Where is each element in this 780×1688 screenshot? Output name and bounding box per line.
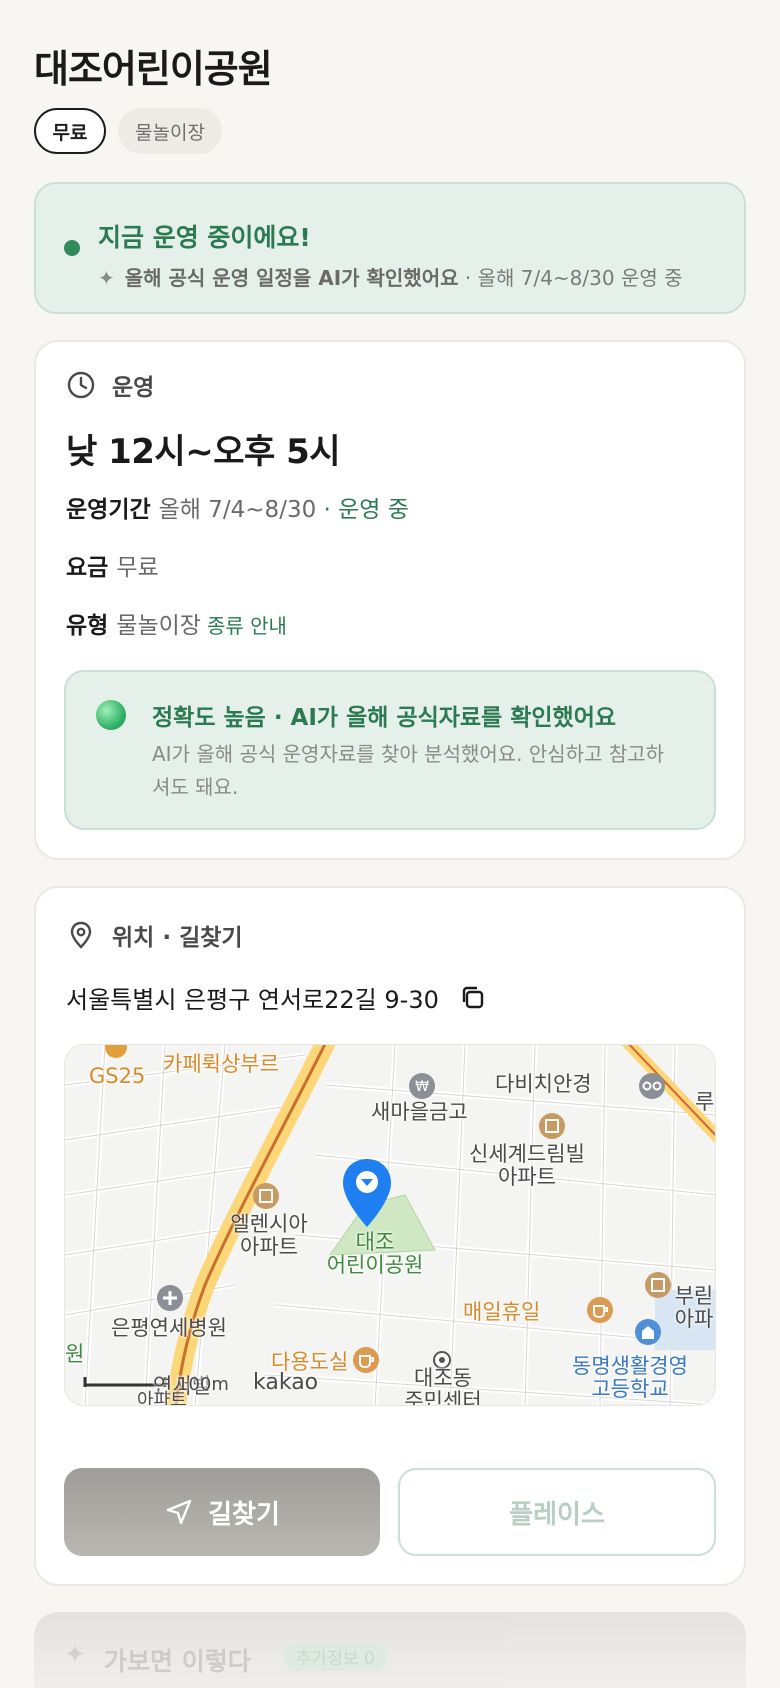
address-row: 서울특별시 은평구 연서로22길 9-30 <box>66 980 487 1015</box>
map-label-shinsegae: 신세계드림빌 아파트 <box>459 1142 595 1190</box>
directions-button[interactable]: 길찾기 <box>64 1468 380 1556</box>
address-text: 서울특별시 은평구 연서로22길 9-30 <box>66 986 439 1014</box>
map-label-park-line2: 어린이공원 <box>326 1253 424 1278</box>
period-value: 올해 7/4~8/30 <box>158 497 317 523</box>
map-label-shinsegae-line2: 아파트 <box>498 1165 556 1190</box>
map-view[interactable]: ₩ GS25 카페뤽상부르 새마을금고 다비치안경 루 신세계드림빌 아파트 엘… <box>64 1044 716 1406</box>
type-label: 유형 <box>66 613 109 639</box>
location-header: 위치 · 길찾기 <box>66 918 243 952</box>
cafe-icon <box>353 1347 379 1373</box>
map-label-right-edge-line2: 아파 <box>674 1307 714 1332</box>
accuracy-headline: 정확도 높음 · AI가 올해 공식자료를 확인했어요 <box>152 705 617 731</box>
status-subtext: ✦ 올해 공식 운영 일정을 AI가 확인했어요 · 올해 7/4~8/30 운영… <box>98 262 683 291</box>
place-detail-page: 대조어린이공원 무료 물놀이장 지금 운영 중이에요! ✦ 올해 공식 운영 일정… <box>0 0 780 1688</box>
map-label-shinsegae-line1: 신세계드림빌 <box>469 1142 585 1166</box>
apartment-icon <box>253 1183 279 1209</box>
accuracy-box: 정확도 높음 · AI가 올해 공식자료를 확인했어요 AI가 올해 공식 운영… <box>64 670 716 830</box>
map-label-cafe: 카페뤽상부르 <box>163 1052 279 1076</box>
svg-text:₩: ₩ <box>415 1079 429 1095</box>
place-button[interactable]: 플레이스 <box>398 1468 716 1556</box>
period-status: · 운영 중 <box>316 497 409 523</box>
sparkle-icon: ✦ <box>64 1640 86 1670</box>
map-label-community-line1: 대조동 <box>414 1366 472 1390</box>
visit-review-tag: 추가정보 0 <box>284 1642 387 1671</box>
place-label: 플레이스 <box>509 1499 605 1530</box>
operation-hours: 낮 12시~오후 5시 <box>66 432 341 472</box>
operation-title: 운영 <box>112 375 155 401</box>
chip-free[interactable]: 무료 <box>34 108 106 154</box>
location-pin-icon <box>70 921 92 949</box>
location-title: 위치 · 길찾기 <box>112 925 243 951</box>
map-scale-label: 100m <box>177 1374 229 1395</box>
map-label-school-line1: 동명생활경영 <box>572 1354 688 1378</box>
page-title: 대조어린이공원 <box>34 47 273 91</box>
map-label-gs25: GS25 <box>89 1064 146 1088</box>
visit-review-title: 가보면 이렇다 <box>104 1647 251 1676</box>
clock-icon <box>67 371 95 399</box>
period-label: 운영기간 <box>66 497 151 523</box>
map-label-right-top: 루 <box>695 1090 715 1114</box>
map-label-park-line1: 대조 <box>355 1230 395 1254</box>
hospital-icon <box>157 1285 183 1311</box>
bank-icon: ₩ <box>409 1073 435 1099</box>
navigation-arrow-icon <box>166 1499 192 1525</box>
fee-row: 요금 무료 <box>66 548 159 582</box>
sparkle-icon: ✦ <box>98 266 115 290</box>
copy-icon[interactable] <box>459 984 487 1012</box>
map-label-left-edge: 원 <box>65 1342 85 1366</box>
type-guide-link[interactable]: 종류 안내 <box>207 614 287 638</box>
map-label-right-edge-line1: 부릳 <box>674 1284 714 1308</box>
school-icon <box>635 1319 661 1345</box>
status-sub-rest: · 올해 7/4~8/30 운영 중 <box>458 266 683 290</box>
map-label-saemaeul: 새마을금고 <box>371 1100 468 1124</box>
map-label-community-line2: 주민센터 <box>404 1389 482 1406</box>
glasses-icon <box>639 1073 665 1099</box>
status-headline: 지금 운영 중이에요! <box>98 223 311 252</box>
map-label-cafe2: 매일휴일 <box>463 1300 541 1324</box>
fee-value: 무료 <box>116 555 159 581</box>
map-provider-logo: kakao <box>253 1370 319 1395</box>
operation-card: 운영 낮 12시~오후 5시 운영기간 올해 7/4~8/30 · 운영 중 요금… <box>34 340 746 860</box>
map-pin-icon[interactable] <box>341 1157 393 1229</box>
chip-water-play[interactable]: 물놀이장 <box>118 108 222 154</box>
type-row: 유형 물놀이장 종류 안내 <box>66 606 287 640</box>
operation-header: 운영 <box>66 368 154 402</box>
map-label-davinci: 다비치안경 <box>495 1072 592 1096</box>
convenience-store-icon <box>105 1045 127 1058</box>
location-card: 위치 · 길찾기 서울특별시 은평구 연서로22길 9-30 ₩ GS25 카페… <box>34 886 746 1586</box>
fee-label: 요금 <box>66 555 109 581</box>
apartment-icon <box>645 1272 671 1298</box>
map-label-hospital: 은평연세병원 <box>111 1316 227 1340</box>
map-label-right-edge: 부릳 아파 <box>671 1284 715 1332</box>
cafe-icon <box>587 1297 613 1323</box>
visit-review-card: ✦ 가보면 이렇다 추가정보 0 <box>34 1612 746 1688</box>
map-label-community: 대조동 주민센터 <box>391 1366 495 1406</box>
map-label-park: 대조 어린이공원 <box>317 1230 433 1278</box>
apartment-icon <box>539 1113 565 1139</box>
status-banner: 지금 운영 중이에요! ✦ 올해 공식 운영 일정을 AI가 확인했어요 · 올해… <box>34 182 746 314</box>
operation-period-row: 운영기간 올해 7/4~8/30 · 운영 중 <box>66 490 409 524</box>
accuracy-body: AI가 올해 공식 운영자료를 찾아 분석했어요. 안심하고 참고하셔도 돼요. <box>152 742 665 799</box>
map-label-school-line2: 고등학교 <box>591 1377 669 1402</box>
map-label-ellen-line2: 아파트 <box>240 1235 298 1260</box>
map-label-school: 동명생활경영 고등학교 <box>545 1354 715 1402</box>
status-dot <box>64 240 80 256</box>
directions-label: 길찾기 <box>208 1499 280 1530</box>
ai-orb-icon <box>96 700 126 730</box>
type-value: 물놀이장 <box>116 613 201 639</box>
status-sub-bold: 올해 공식 운영 일정을 AI가 확인했어요 <box>124 266 459 290</box>
map-label-ellen-line1: 엘렌시아 <box>230 1212 308 1236</box>
map-label-ellen: 엘렌시아 아파트 <box>221 1212 317 1260</box>
